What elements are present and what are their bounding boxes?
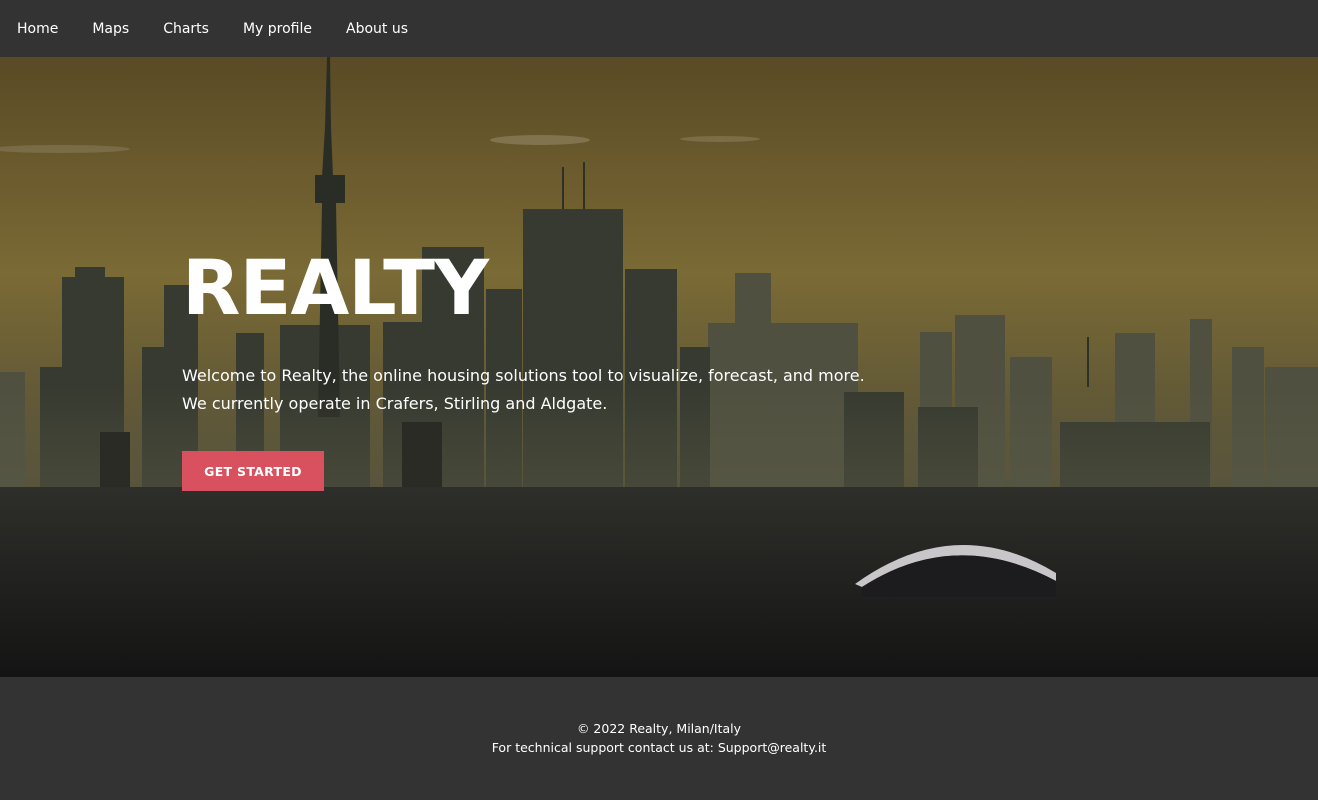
nav-link-home[interactable]: Home [17, 21, 58, 37]
hero-description-line-2: We currently operate in Crafers, Stirlin… [182, 394, 608, 413]
hero-description-line-1: Welcome to Realty, the online housing so… [182, 366, 865, 385]
nav-link-maps[interactable]: Maps [92, 21, 129, 37]
footer-copyright: © 2022 Realty, Milan/Italy [576, 721, 742, 736]
hero-description: Welcome to Realty, the online housing so… [182, 362, 942, 418]
top-navbar: Home Maps Charts My profile About us [0, 0, 1318, 57]
get-started-button[interactable]: GET STARTED [182, 451, 324, 491]
nav-link-charts[interactable]: Charts [163, 21, 209, 37]
footer: © 2022 Realty, Milan/Italy For technical… [0, 677, 1318, 800]
footer-support-contact: For technical support contact us at: Sup… [491, 740, 827, 755]
hero-content: REALTY Welcome to Realty, the online hou… [182, 57, 942, 677]
hero-title: REALTY [182, 243, 489, 332]
hero-section: REALTY Welcome to Realty, the online hou… [0, 57, 1318, 677]
nav-link-my-profile[interactable]: My profile [243, 21, 312, 37]
nav-link-about-us[interactable]: About us [346, 21, 408, 37]
